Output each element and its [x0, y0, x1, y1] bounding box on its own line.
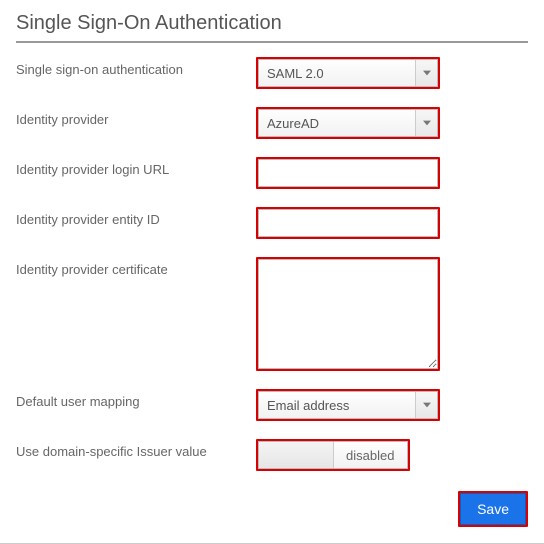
- panel-title: Single Sign-On Authentication: [16, 12, 528, 35]
- chevron-down-icon: [415, 392, 437, 418]
- row-idp: Identity provider AzureAD: [16, 107, 528, 139]
- toggle-knob: [259, 442, 334, 468]
- save-button[interactable]: Save: [460, 493, 526, 525]
- sso-panel: Single Sign-On Authentication Single sig…: [0, 0, 544, 544]
- save-row: Save: [16, 491, 528, 527]
- label-cert: Identity provider certificate: [16, 257, 256, 277]
- select-default-mapping-value: Email address: [259, 398, 415, 413]
- title-divider: [16, 41, 528, 43]
- select-idp-value: AzureAD: [259, 116, 415, 131]
- label-default-mapping: Default user mapping: [16, 389, 256, 409]
- label-entity-id: Identity provider entity ID: [16, 207, 256, 227]
- row-cert: Identity provider certificate: [16, 257, 528, 371]
- chevron-down-icon: [415, 60, 437, 86]
- label-domain-issuer: Use domain-specific Issuer value: [16, 439, 256, 459]
- label-auth: Single sign-on authentication: [16, 57, 256, 77]
- toggle-domain-issuer[interactable]: disabled: [258, 441, 408, 469]
- select-auth[interactable]: SAML 2.0: [258, 59, 438, 87]
- label-login-url: Identity provider login URL: [16, 157, 256, 177]
- row-domain-issuer: Use domain-specific Issuer value disable…: [16, 439, 528, 471]
- row-login-url: Identity provider login URL: [16, 157, 528, 189]
- row-entity-id: Identity provider entity ID: [16, 207, 528, 239]
- select-default-mapping[interactable]: Email address: [258, 391, 438, 419]
- label-idp: Identity provider: [16, 107, 256, 127]
- input-login-url[interactable]: [259, 160, 437, 186]
- input-entity-id[interactable]: [259, 210, 437, 236]
- textarea-cert[interactable]: [259, 260, 437, 368]
- toggle-state-label: disabled: [334, 442, 408, 468]
- chevron-down-icon: [415, 110, 437, 136]
- select-idp[interactable]: AzureAD: [258, 109, 438, 137]
- select-auth-value: SAML 2.0: [259, 66, 415, 81]
- row-default-mapping: Default user mapping Email address: [16, 389, 528, 421]
- row-auth: Single sign-on authentication SAML 2.0: [16, 57, 528, 89]
